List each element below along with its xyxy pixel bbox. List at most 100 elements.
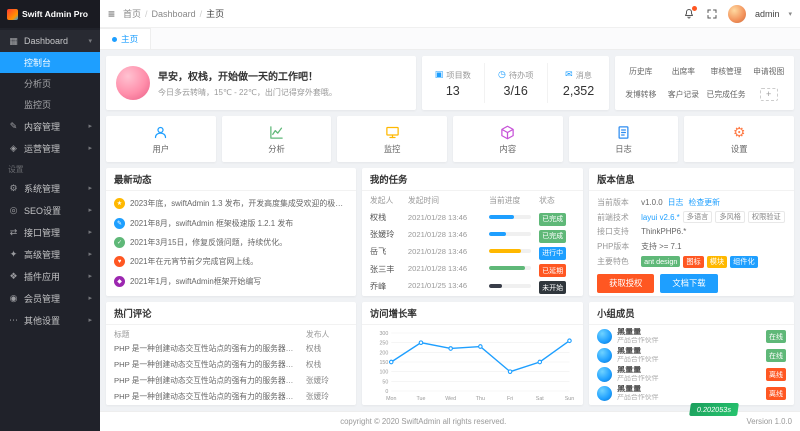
changelog-link[interactable]: 日志 xyxy=(668,197,684,208)
column-header: 标题 xyxy=(114,329,306,340)
table-row[interactable]: 权栈 2021/01/28 13:46 已完成 xyxy=(370,208,575,225)
version-row: 当前版本 v1.0.0 日志 检查更新 xyxy=(597,195,786,210)
shortcut-logs[interactable]: 日志 xyxy=(569,116,679,162)
sidebar-item-plugins[interactable]: ❖ 插件应用 ▸ xyxy=(0,265,100,287)
shortcut-label: 日志 xyxy=(615,143,632,155)
feature-tag: 组件化 xyxy=(730,256,758,268)
stats-card: ▣ 项目数 13 ◷ 待办项 3/16 ✉ xyxy=(422,56,610,110)
task-time: 2021/01/28 13:46 xyxy=(408,264,489,273)
sidebar-item-api[interactable]: ⇄ 接口管理 ▸ xyxy=(0,221,100,243)
sidebar-subitem-analysis[interactable]: 分析页 xyxy=(0,73,100,94)
chevron-right-icon: ▸ xyxy=(88,294,92,302)
notification-bell-icon[interactable] xyxy=(682,7,696,21)
comment-title[interactable]: PHP 是一种创建动态交互性站点的强有力的服务器端脚本语言 xyxy=(114,375,306,386)
list-item[interactable]: 黑量量 产品合作伙伴 在线 xyxy=(597,327,786,346)
shortcut-settings[interactable]: ⚙ 设置 xyxy=(684,116,794,162)
footer-version: Version 1.0.0 xyxy=(746,417,800,426)
app-logo[interactable]: Swift Admin Pro xyxy=(0,0,100,28)
breadcrumb-separator: / xyxy=(200,9,203,19)
list-item[interactable]: ✓ 2021年3月15日，修复反馈问题，持续优化。 xyxy=(114,233,348,252)
breadcrumb-home[interactable]: 首页 xyxy=(123,7,141,20)
quick-link[interactable]: 客户记录 xyxy=(668,89,699,100)
sidebar-item-dashboard[interactable]: ▦ Dashboard ▾ xyxy=(0,30,100,52)
sidebar-subitem-monitor[interactable]: 监控页 xyxy=(0,94,100,115)
user-avatar[interactable] xyxy=(728,5,746,23)
shortcut-content[interactable]: 内容 xyxy=(453,116,563,162)
table-row[interactable]: PHP 是一种创建动态交互性站点的强有力的服务器端脚本语言 权栈 xyxy=(114,357,348,373)
chevron-right-icon: ▸ xyxy=(88,144,92,152)
caret-down-icon[interactable]: ▾ xyxy=(788,10,792,18)
quick-link[interactable]: 申请视图 xyxy=(753,66,784,77)
breadcrumb-dashboard[interactable]: Dashboard xyxy=(152,9,196,19)
shortcut-users[interactable]: 用户 xyxy=(106,116,216,162)
list-item[interactable]: 黑量量 产品合作伙伴 在线 xyxy=(597,346,786,365)
download-docs-button[interactable]: 文档下载 xyxy=(660,274,717,293)
member-avatar xyxy=(597,329,612,344)
layui-link[interactable]: layui v2.6.* xyxy=(641,213,680,222)
table-row[interactable]: PHP 是一种创建动态交互性站点的强有力的服务器端脚本语言 张媛玲 xyxy=(114,388,348,404)
comment-title[interactable]: PHP 是一种创建动态交互性站点的强有力的服务器端脚本语言 xyxy=(114,391,306,402)
quick-link[interactable]: 已完成任务 xyxy=(707,89,746,100)
table-row[interactable]: 张三丰 2021/01/28 13:46 已延期 xyxy=(370,260,575,277)
shortcut-monitor[interactable]: 监控 xyxy=(337,116,447,162)
add-quick-link-button[interactable]: + xyxy=(760,88,778,101)
sidebar-item-content[interactable]: ✎ 内容管理 ▸ xyxy=(0,115,100,137)
dashboard-icon: ▦ xyxy=(8,36,19,47)
breadcrumb-separator: / xyxy=(145,9,148,19)
list-item[interactable]: ◆ 2021年1月，swiftAdmin框架开始编写 xyxy=(114,272,348,291)
news-item-text: 2021年8月，swiftAdmin 框架极速版 1.2.1 发布 xyxy=(130,218,348,229)
column-header: 状态 xyxy=(539,195,575,206)
task-time: 2021/01/28 13:46 xyxy=(408,247,489,256)
quick-link[interactable]: 发博转移 xyxy=(625,89,656,100)
comment-title[interactable]: PHP 是一种创建动态交互性站点的强有力的服务器端脚本语言 xyxy=(114,343,306,354)
member-name: 黑量量 xyxy=(617,366,761,375)
greeting-title: 早安，权栈，开始做一天的工作吧！ xyxy=(158,68,337,83)
menu-toggle-icon[interactable]: ≡ xyxy=(108,7,115,21)
svg-text:0: 0 xyxy=(385,389,388,395)
fullscreen-icon[interactable] xyxy=(705,7,719,21)
shortcut-analysis[interactable]: 分析 xyxy=(222,116,332,162)
quick-link[interactable]: 审核管理 xyxy=(710,66,741,77)
table-header: 发起人 发起时间 当前进度 状态 xyxy=(370,193,575,208)
quick-link[interactable]: 历史库 xyxy=(629,66,652,77)
comment-title[interactable]: PHP 是一种创建动态交互性站点的强有力的服务器端脚本语言 xyxy=(114,359,306,370)
column-header: 发起时间 xyxy=(408,195,489,206)
sidebar-item-seo[interactable]: ◎ SEO设置 ▸ xyxy=(0,199,100,221)
copyright-text: copyright © 2020 SwiftAdmin all rights r… xyxy=(100,417,746,426)
sidebar-item-advanced[interactable]: ✦ 高级管理 ▸ xyxy=(0,243,100,265)
news-item-icon: ✓ xyxy=(114,237,125,248)
svg-text:Wed: Wed xyxy=(445,396,456,402)
quick-link[interactable]: 出席率 xyxy=(672,66,695,77)
table-row[interactable]: PHP 是一种创建动态交互性站点的强有力的服务器端脚本语言 张媛玲 xyxy=(114,373,348,389)
status-badge: 已延期 xyxy=(539,264,566,277)
shortcut-label: 监控 xyxy=(384,143,401,155)
table-row[interactable]: 岳飞 2021/01/28 13:46 进行中 xyxy=(370,242,575,259)
list-item[interactable]: 黑量量 产品合作伙伴 离线 xyxy=(597,365,786,384)
chevron-right-icon: ▸ xyxy=(88,206,92,214)
tab-home[interactable]: 主页 xyxy=(100,28,151,49)
sidebar-item-label: Dashboard xyxy=(24,36,68,46)
status-badge: 已完成 xyxy=(539,230,566,243)
table-row[interactable]: PHP 是一种创建动态交互性站点的强有力的服务器端脚本语言 权栈 xyxy=(114,341,348,357)
sidebar-item-system[interactable]: ⚙ 系统管理 ▸ xyxy=(0,177,100,199)
version-actions: 获取授权 文档下载 xyxy=(597,274,786,293)
table-row[interactable]: 乔峰 2021/01/25 13:46 未开始 xyxy=(370,277,575,294)
news-item-text: 2021年3月15日，修复反馈问题，持续优化。 xyxy=(130,237,348,248)
list-item[interactable]: 黑量量 产品合作伙伴 离线 xyxy=(597,384,786,403)
stat-projects: ▣ 项目数 13 xyxy=(422,63,484,103)
list-item[interactable]: ♥ 2021年在元宵节前夕完成官网上线。 xyxy=(114,252,348,271)
sidebar-item-members[interactable]: ◉ 会员管理 ▸ xyxy=(0,287,100,309)
username[interactable]: admin xyxy=(755,9,780,19)
get-license-button[interactable]: 获取授权 xyxy=(597,274,654,293)
list-item[interactable]: ★ 2023年底，swiftAdmin 1.3 发布，开发高度集成受欢迎的极速开… xyxy=(114,194,348,213)
team-card: 小组成员 黑量量 产品合作伙伴 在线 xyxy=(589,302,794,405)
chart-area: 050100150200250300MonTueWedThuFriSatSun xyxy=(362,325,583,405)
sidebar-subitem-console[interactable]: 控制台 xyxy=(0,52,100,73)
list-item[interactable]: ✎ 2021年8月，swiftAdmin 框架极速版 1.2.1 发布 xyxy=(114,213,348,232)
sidebar-item-other[interactable]: ⋯ 其他设置 ▸ xyxy=(0,309,100,331)
svg-text:Thu: Thu xyxy=(476,396,485,402)
sidebar-item-operation[interactable]: ◈ 运营管理 ▸ xyxy=(0,137,100,159)
check-update-link[interactable]: 检查更新 xyxy=(688,197,720,208)
table-row[interactable]: 张媛玲 2021/01/28 13:46 已完成 xyxy=(370,225,575,242)
cube-icon xyxy=(500,124,515,141)
